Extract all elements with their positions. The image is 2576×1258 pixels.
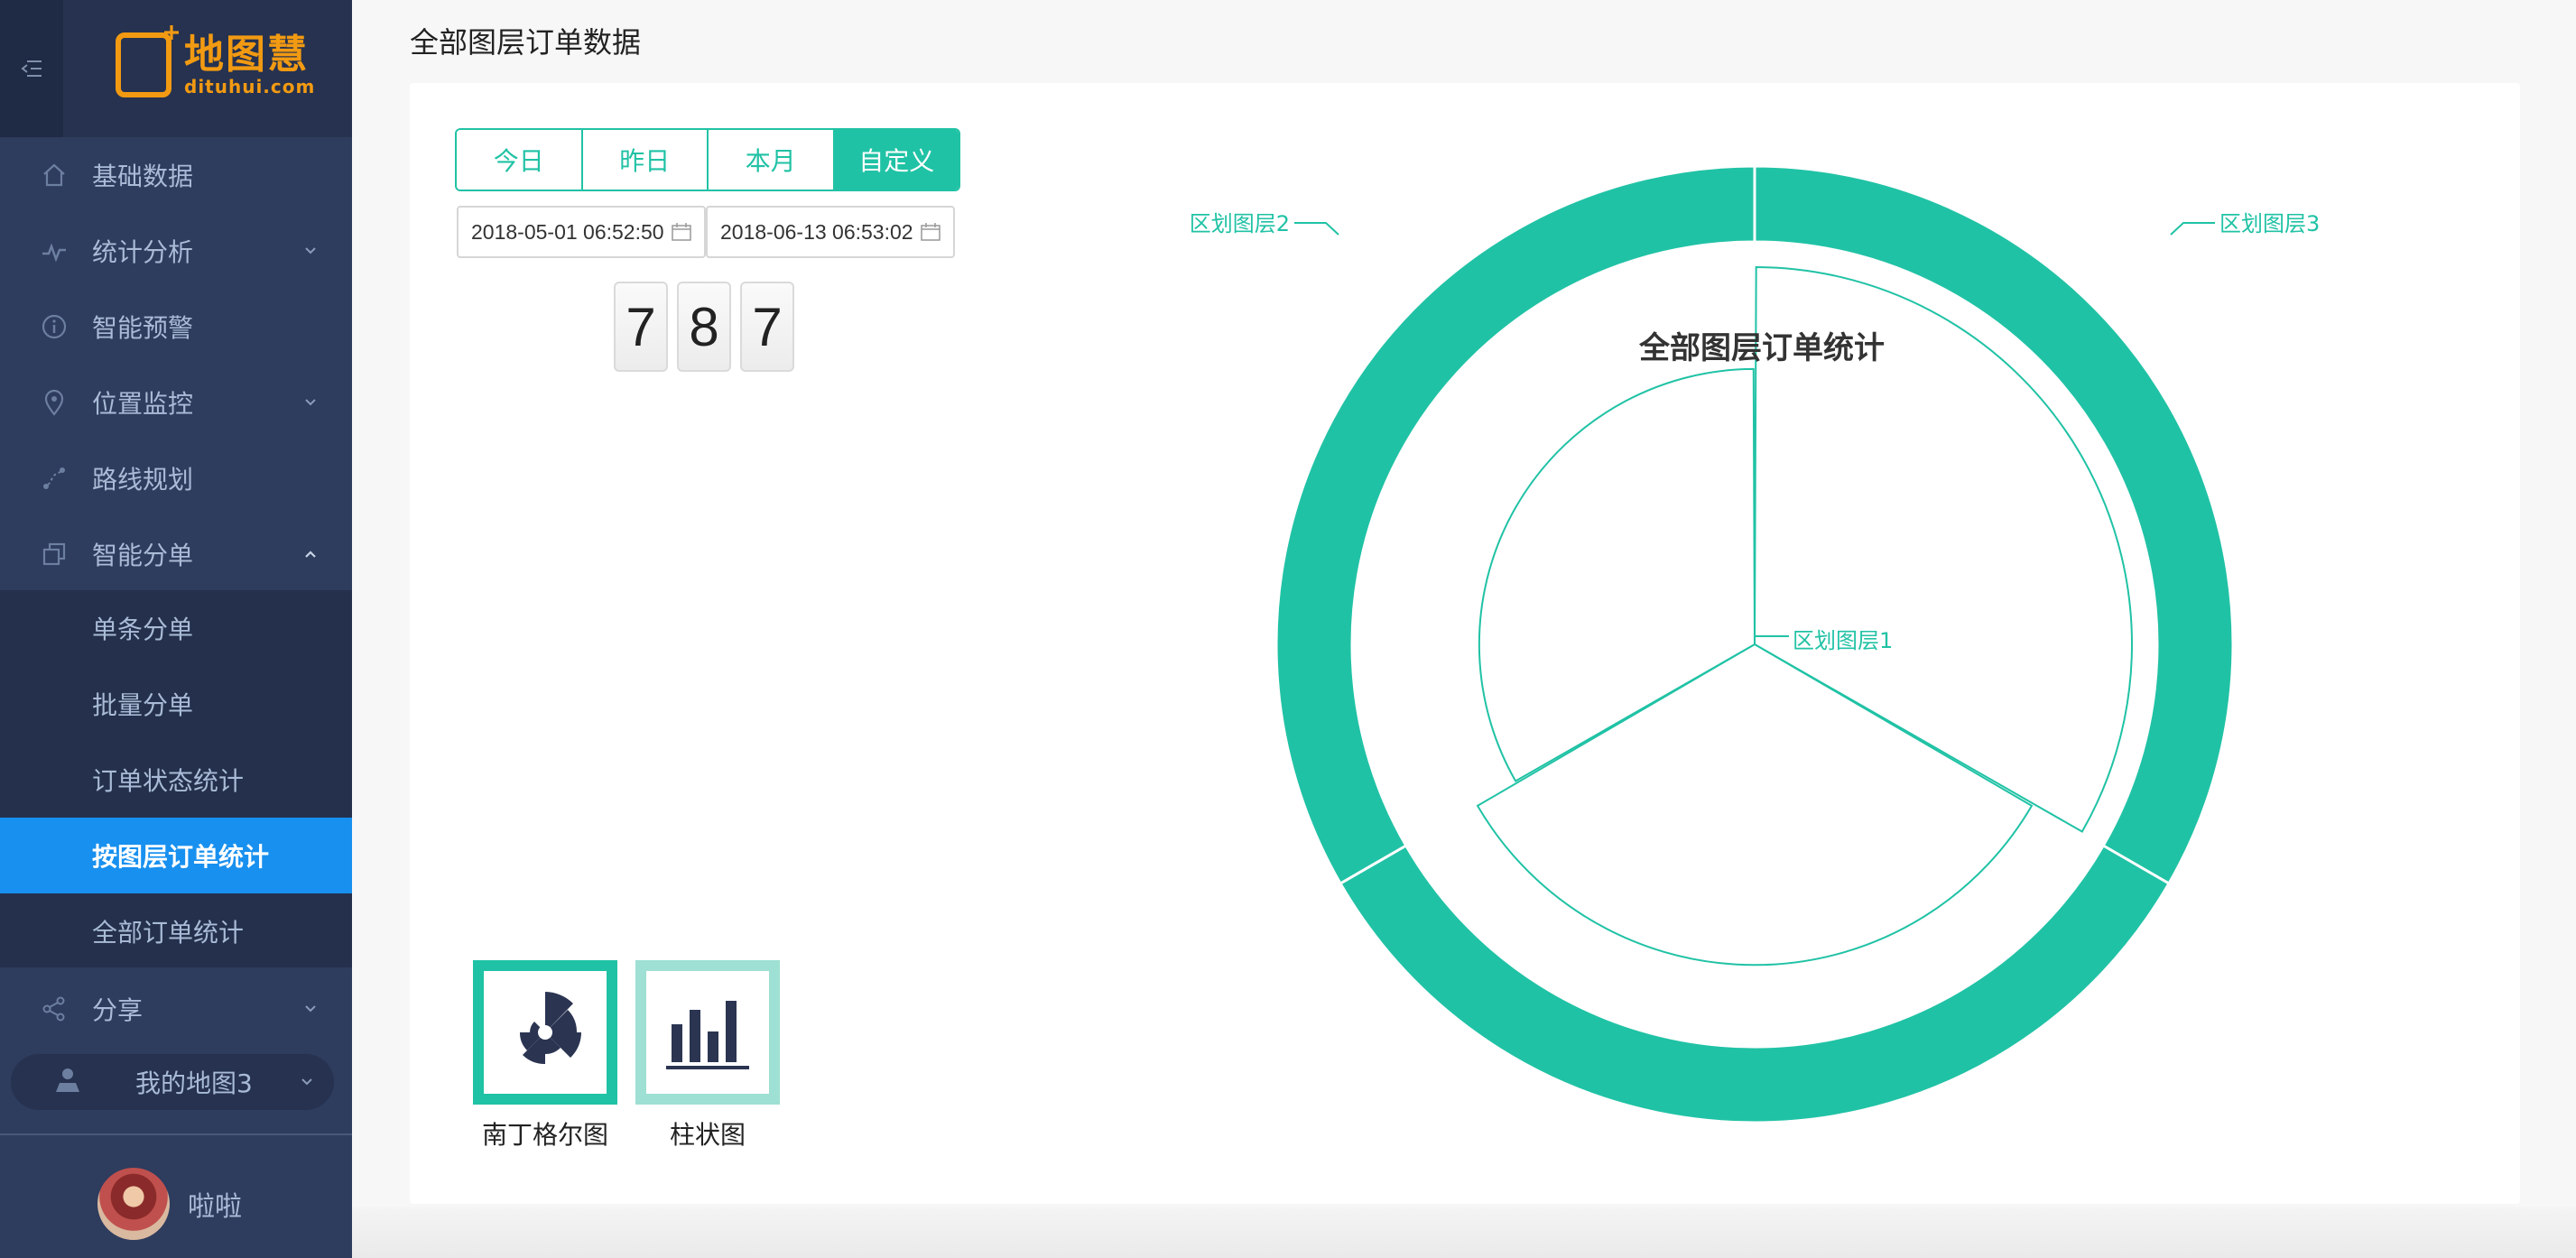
chevron-down-icon	[301, 1000, 320, 1018]
submenu-item-order-status-stats[interactable]: 订单状态统计	[0, 742, 352, 818]
user-profile: 啦啦	[0, 1135, 352, 1258]
sidebar-item-label: 智能分单	[92, 541, 194, 570]
sidebar-item-label: 基础数据	[92, 162, 194, 191]
sidebar-item-label: 统计分析	[92, 237, 194, 267]
user-name[interactable]: 啦啦	[188, 1184, 242, 1224]
chevron-down-icon	[301, 393, 320, 412]
slice-label: 区划图层2	[1190, 211, 1290, 236]
sidebar-item-stats[interactable]: 统计分析	[0, 213, 352, 289]
page-title: 全部图层订单数据	[410, 25, 642, 60]
sidebar-collapse-button[interactable]	[0, 0, 63, 137]
chevron-down-icon	[301, 242, 320, 260]
submenu-item-batch-dispatch[interactable]: 批量分单	[0, 666, 352, 742]
user-map-icon	[52, 1065, 83, 1099]
sidebar: 地图慧 dituhui.com 基础数据 统计分析 智能预警 位置监控 路线规划…	[0, 0, 352, 1258]
label-leader-line	[2170, 222, 2215, 236]
sidebar-item-label: 智能预警	[92, 313, 194, 343]
brand-domain: dituhui.com	[184, 76, 316, 97]
chart-title: 全部图层订单统计	[1638, 330, 1885, 366]
submenu-item-label: 批量分单	[92, 690, 194, 720]
submenu-item-label: 全部订单统计	[92, 918, 245, 948]
share-icon	[40, 994, 69, 1023]
sidebar-item-label: 分享	[92, 995, 144, 1025]
home-icon	[40, 161, 69, 190]
chevron-down-icon	[300, 1074, 314, 1091]
sidebar-item-label: 路线规划	[92, 465, 194, 495]
sidebar-item-basic-data[interactable]: 基础数据	[0, 137, 352, 213]
submenu-item-all-order-stats[interactable]: 全部订单统计	[0, 893, 352, 969]
submenu-item-label: 按图层订单统计	[92, 842, 270, 872]
logo-mark-icon	[116, 32, 171, 97]
sidebar-item-route[interactable]: 路线规划	[0, 440, 352, 516]
logo-bar: 地图慧 dituhui.com	[0, 0, 352, 137]
submenu-item-single-dispatch[interactable]: 单条分单	[0, 590, 352, 666]
sidebar-item-label: 位置监控	[92, 389, 194, 419]
collapse-menu-icon	[21, 60, 42, 77]
submenu-item-label: 订单状态统计	[92, 766, 245, 796]
label-leader-line	[1294, 222, 1339, 236]
brand-logo[interactable]: 地图慧 dituhui.com	[116, 32, 315, 97]
bottom-shadow	[352, 1207, 2576, 1258]
info-icon	[40, 312, 69, 341]
submenu-item-layer-order-stats[interactable]: 按图层订单统计	[0, 818, 352, 893]
layers-icon	[40, 540, 69, 569]
my-map-label: 我的地图3	[135, 1068, 253, 1098]
brand-name: 地图慧	[184, 32, 309, 78]
slice-label: 区划图层3	[2219, 211, 2320, 236]
chevron-up-icon	[301, 545, 320, 563]
layer-order-pie-chart: 区划图层3 区划图层1 区划图层2 全部图层订单统计	[1190, 164, 2320, 1124]
sidebar-item-share[interactable]: 分享	[0, 971, 352, 1047]
location-pin-icon	[40, 388, 69, 417]
route-icon	[40, 464, 69, 493]
my-map-selector[interactable]: 我的地图3	[11, 1054, 334, 1110]
submenu-item-label: 单条分单	[92, 615, 194, 644]
sidebar-item-smart-dispatch[interactable]: 智能分单	[0, 516, 352, 592]
sidebar-item-location[interactable]: 位置监控	[0, 365, 352, 440]
stats-line-icon	[40, 236, 69, 265]
sidebar-item-alert[interactable]: 智能预警	[0, 289, 352, 365]
slice-label: 区划图层1	[1793, 628, 1893, 653]
avatar[interactable]	[97, 1168, 170, 1240]
